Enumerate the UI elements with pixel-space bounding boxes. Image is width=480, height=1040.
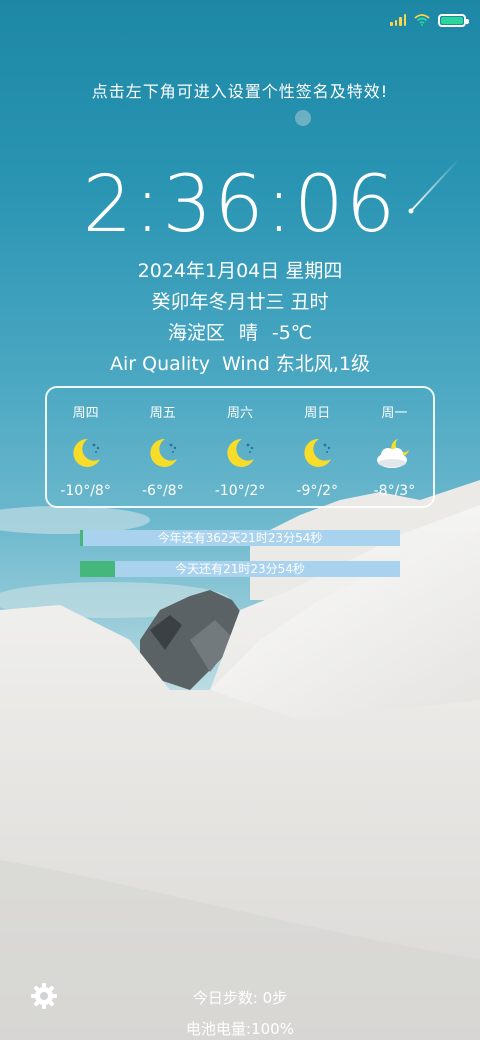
- forecast-day: 周四 -10°/8°: [47, 388, 124, 506]
- partly-cloudy-night-icon: [377, 439, 410, 468]
- moon-icon: [72, 438, 100, 467]
- date-line: 2024年1月04日 星期四: [137, 260, 343, 282]
- forecast-day: 周五 -6°/8°: [124, 388, 201, 506]
- clock: 2:36:06: [82, 160, 398, 250]
- district-name: 海淀区: [167, 322, 225, 344]
- current-weather-line: 海淀区晴 -5℃: [0, 318, 480, 345]
- forecast-day: 周六 -10°/2°: [201, 388, 278, 506]
- moon-icon: [150, 438, 177, 467]
- air-wind-line: Air Quality Wind 东北风,1级: [0, 349, 480, 376]
- forecast-day: 周日 -9°/2°: [279, 388, 356, 506]
- forecast-temperature: -6°/8°: [142, 483, 184, 499]
- forecast-day-name: 周四: [72, 406, 99, 421]
- forecast-day-name: 周一: [381, 406, 408, 421]
- settings-hint-text: 点击左下角可进入设置个性签名及特效!: [91, 82, 389, 101]
- moon-icon: [304, 438, 332, 467]
- forecast-temperature: -8°/3°: [373, 483, 416, 499]
- weather-forecast-card[interactable]: 周四 -10°/8° 周五 -6°/8° 周六 -10°/2° 周日 -9°/2…: [45, 386, 435, 508]
- cellular-signal-icon: [390, 14, 406, 26]
- lockscreen: 点击左下角可进入设置个性签名及特效! 2:36:06 2024年1月04日 星期…: [0, 0, 480, 1040]
- step-count: 今日步数: 0步: [192, 989, 288, 1007]
- forecast-day-name: 周日: [304, 406, 331, 421]
- forecast-day: 周一 -8°/3°: [356, 388, 433, 506]
- forecast-day-name: 周五: [149, 406, 176, 421]
- moon-icon: [227, 438, 254, 467]
- battery-level-text: 电池电量:100%: [186, 1020, 294, 1038]
- status-bar: [390, 10, 469, 30]
- air-quality-label: Air Quality: [110, 353, 211, 375]
- forecast-day-name: 周六: [227, 406, 254, 421]
- weather-condition: 晴: [238, 322, 258, 344]
- current-temperature: -5℃: [271, 322, 313, 344]
- forecast-temperature: -10°/8°: [60, 483, 111, 499]
- battery-icon: [438, 13, 469, 27]
- year-progress-bar: 今年还有362天21时23分54秒: [80, 530, 400, 546]
- forecast-temperature: -10°/2°: [214, 483, 266, 499]
- year-remaining-text: 今年还有362天21时23分54秒: [157, 531, 323, 545]
- forecast-temperature: -9°/2°: [296, 483, 338, 499]
- snow-mountain-wallpaper: [0, 110, 480, 1040]
- wifi-icon: [414, 14, 430, 26]
- wind-info: Wind 东北风,1级: [222, 353, 370, 375]
- lunar-date-line: 癸卯年冬月廿三 丑时: [151, 291, 329, 313]
- day-remaining-text: 今天还有21时23分54秒: [175, 562, 305, 576]
- day-progress-bar: 今天还有21时23分54秒: [80, 561, 400, 577]
